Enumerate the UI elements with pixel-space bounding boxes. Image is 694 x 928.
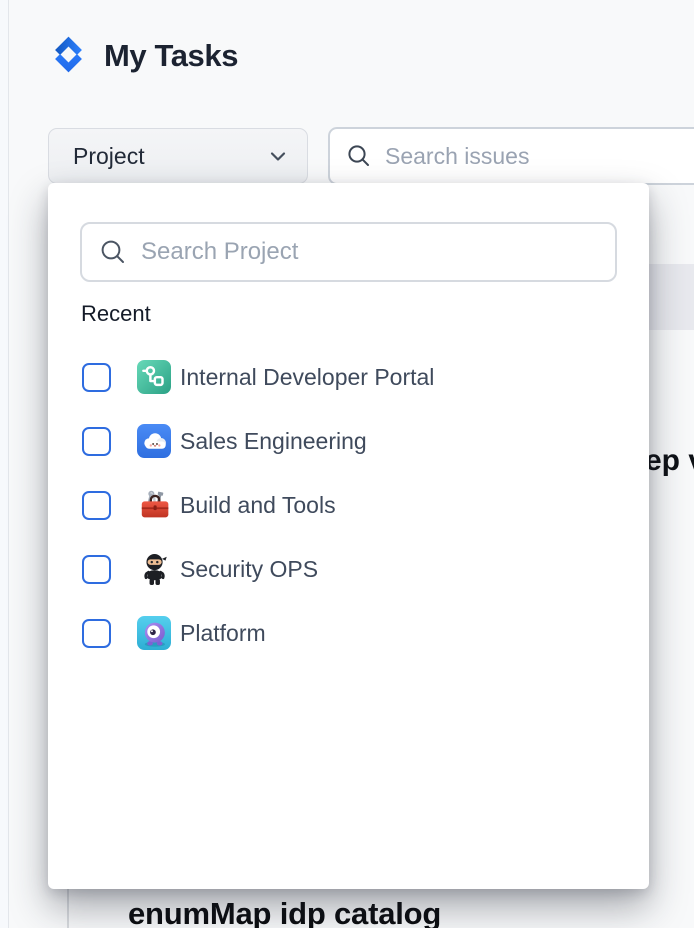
checkbox[interactable] xyxy=(82,555,111,584)
checkbox[interactable] xyxy=(82,491,111,520)
sidebar-edge xyxy=(0,0,9,928)
toolbox-icon xyxy=(137,488,171,522)
project-option-label: Sales Engineering xyxy=(180,428,367,455)
project-options-list: Internal Developer Portal xyxy=(80,345,617,665)
project-filter-label: Project xyxy=(73,143,145,170)
search-icon xyxy=(99,238,127,266)
bg-partial-heading-right: ep v xyxy=(645,444,694,478)
search-project-field xyxy=(80,222,617,282)
search-project-input[interactable] xyxy=(141,238,598,266)
project-option-label: Platform xyxy=(180,620,266,647)
project-option-security-ops[interactable]: Security OPS xyxy=(80,537,617,601)
workflow-icon xyxy=(137,360,171,394)
search-issues-field xyxy=(328,127,694,185)
project-option-sales-engineering[interactable]: Sales Engineering xyxy=(80,409,617,473)
page-title: My Tasks xyxy=(104,38,238,74)
chevron-down-icon xyxy=(267,145,289,167)
project-filter-button[interactable]: Project xyxy=(48,128,308,184)
cloud-icon xyxy=(137,424,171,458)
project-option-label: Build and Tools xyxy=(180,492,336,519)
checkbox[interactable] xyxy=(82,427,111,456)
jira-logo-icon xyxy=(46,32,91,77)
project-option-label: Security OPS xyxy=(180,556,318,583)
search-issues-input[interactable] xyxy=(385,143,694,170)
screen: ep v enumMap idp catalog My Tasks Projec… xyxy=(0,0,694,928)
bg-partial-heading-bottom: enumMap idp catalog xyxy=(128,896,441,928)
ninja-icon xyxy=(137,552,171,586)
checkbox[interactable] xyxy=(82,363,111,392)
project-dropdown-panel: Recent xyxy=(48,183,649,889)
project-option-build-and-tools[interactable]: Build and Tools xyxy=(80,473,617,537)
project-option-platform[interactable]: Platform xyxy=(80,601,617,665)
project-option-label: Internal Developer Portal xyxy=(180,364,434,391)
recent-section-label: Recent xyxy=(81,301,151,327)
monster-icon xyxy=(137,616,171,650)
project-option-internal-developer-portal[interactable]: Internal Developer Portal xyxy=(80,345,617,409)
checkbox[interactable] xyxy=(82,619,111,648)
search-icon xyxy=(346,143,372,169)
